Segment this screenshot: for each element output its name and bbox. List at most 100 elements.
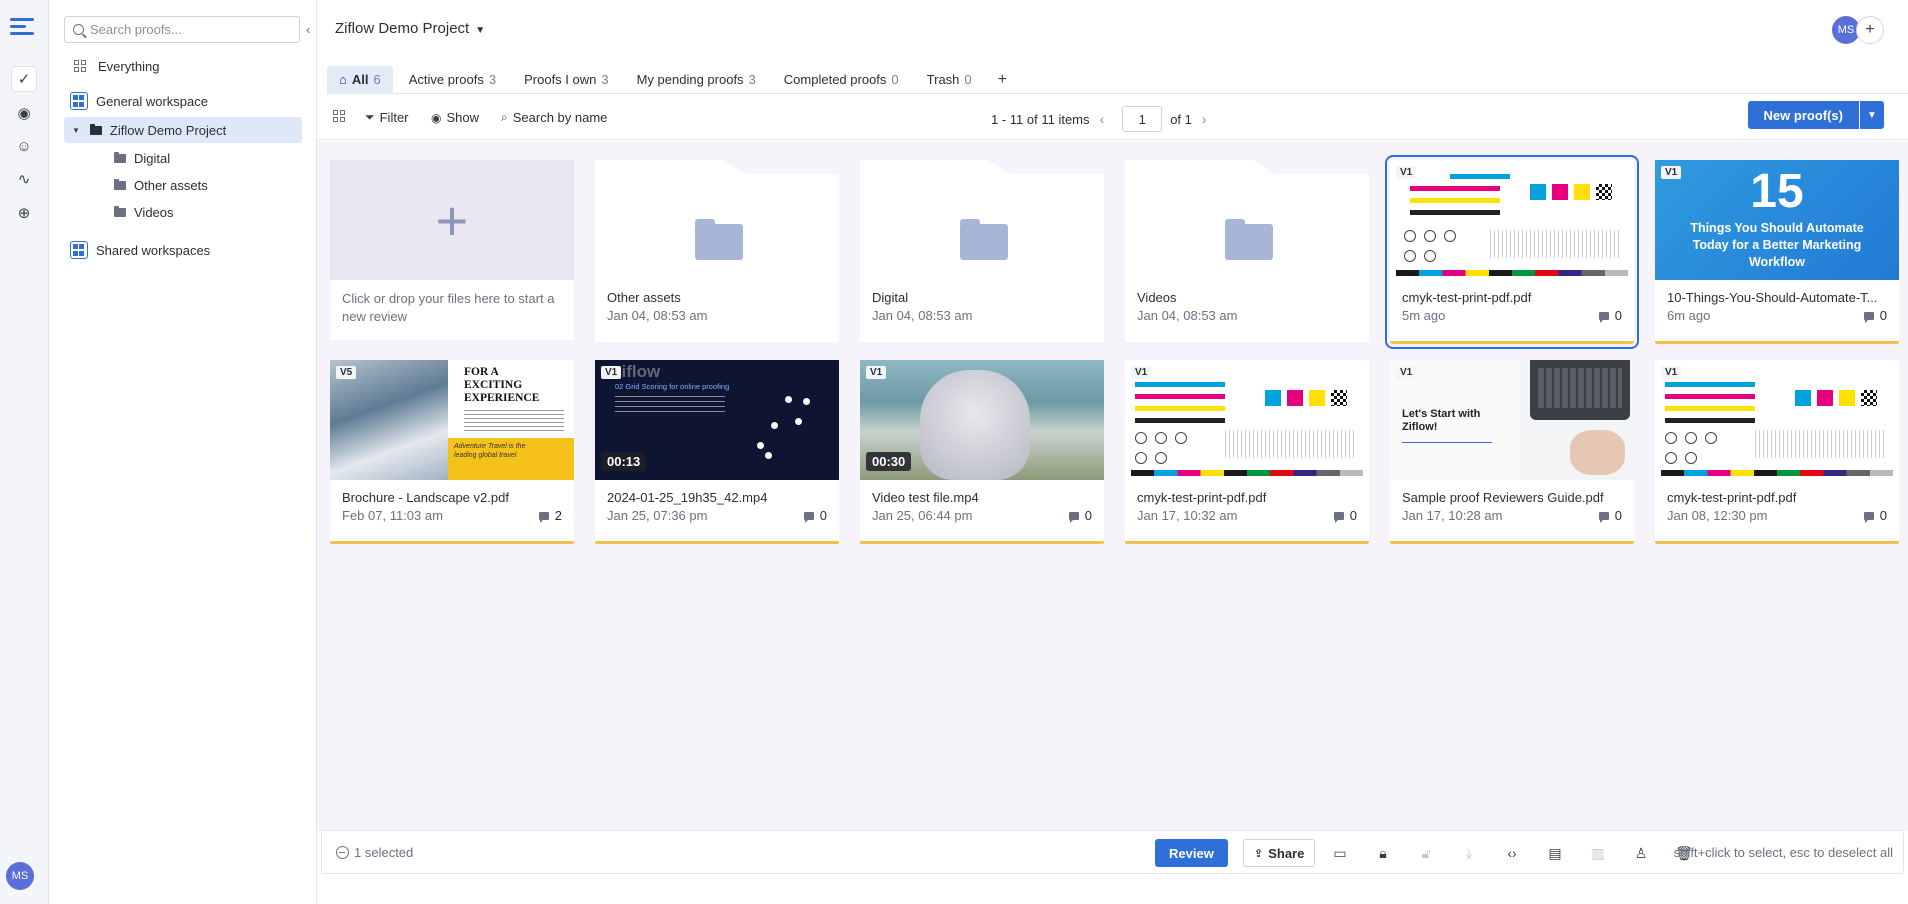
tab-active-proofs[interactable]: Active proofs 3 [397,66,508,93]
proof-name: Sample proof Reviewers Guide.pdf [1402,490,1604,505]
workspace-icon [70,241,88,259]
comment-icon [538,511,549,523]
reports-chart-icon[interactable]: ∿ [12,167,36,191]
tab-count: 0 [964,72,972,87]
pagination: 1 - 11 of 11 items ‹ 1 of 1 › [991,106,1217,132]
deselect-icon [336,846,349,859]
comment-icon [1333,511,1344,523]
next-page-icon[interactable]: › [1202,111,1207,127]
comment-icon [1598,311,1609,323]
proof-card[interactable]: FOR A EXCITING EXPERIENCE Adventure Trav… [330,360,574,544]
search-input[interactable]: Search proofs... [64,16,300,43]
folder-name: Digital [872,290,909,305]
sidebar-item-videos[interactable]: Videos [64,199,302,225]
sidebar-item-shared-workspaces[interactable]: Shared workspaces [64,237,302,263]
proof-grid: + Click or drop your files here to start… [317,141,1908,831]
user-avatar[interactable]: MS [6,862,34,890]
archive-icon[interactable]: ▤ [1546,844,1564,862]
thumbnail-laptop [1530,360,1630,420]
page-number-input[interactable]: 1 [1122,106,1163,132]
tab-label: Completed proofs [783,72,887,87]
proof-date: Jan 08, 12:30 pm [1667,508,1768,523]
grid-view-icon[interactable] [333,110,345,122]
caret-down-icon[interactable]: ▼ [72,126,80,135]
toolbar: ⏷ Filter ◉ Show ⌕ Search by name 1 - 11 of … [317,96,1908,140]
comment-count-value: 0 [1879,308,1887,323]
sidebar-item-everything[interactable]: Everything [64,53,302,79]
proof-card[interactable]: V1 cmyk-test-print-pdf.pdf Jan 08, 12:30… [1655,360,1899,544]
sidebar-item-label: Other assets [134,177,208,193]
proof-date: Jan 17, 10:28 am [1402,508,1503,523]
project-title-dropdown[interactable]: Ziflow Demo Project ▼ [335,20,485,37]
sidebar-item-ziflow-demo-project[interactable]: ▼ Ziflow Demo Project [64,117,302,143]
sidebar-item-label: Everything [98,58,160,74]
lock-icon[interactable]: 🔒︎ [1374,844,1392,862]
sidebar-item-label: Ziflow Demo Project [109,122,227,138]
unlock-icon: 🔓︎ [1421,844,1431,861]
collapse-sidebar-icon[interactable]: ‹ [306,22,310,37]
review-button[interactable]: Review [1155,839,1228,867]
move-to-folder-icon[interactable]: ▭ [1331,844,1349,862]
tab-trash[interactable]: Trash 0 [915,66,984,93]
proof-card[interactable]: V1 cmyk-test-print-pdf.pdf Jan 17, 10:32… [1125,360,1369,544]
tab-completed-proofs[interactable]: Completed proofs 0 [772,66,911,93]
deselect-all[interactable]: 1 selected [336,845,413,860]
proof-card[interactable]: ziflow 02 Grid Scoring for online proofi… [595,360,839,544]
tab-proofs-i-own[interactable]: Proofs I own 3 [512,66,621,93]
share-label: Share [1268,845,1305,861]
proofs-check-icon[interactable]: ✓ [12,67,36,91]
version-badge: V1 [1131,366,1152,379]
share-button[interactable]: ⇪ Share [1243,839,1316,867]
proof-name: 2024-01-25_19h35_42.mp4 [607,490,768,505]
prev-page-icon[interactable]: ‹ [1100,111,1105,127]
proof-card[interactable]: V1 00:30 Video test file.mp4 Jan 25, 06:… [860,360,1104,544]
sidebar-item-digital[interactable]: Digital [64,145,302,171]
download-icon: ⤓ [1465,844,1473,861]
upload-dropzone[interactable]: + Click or drop your files here to start… [330,160,574,340]
assign-owner-icon[interactable]: ♙ [1632,844,1650,862]
app-logo-icon[interactable] [10,18,34,40]
folder-tab [595,160,745,174]
sidebar-item-label: General workspace [96,93,208,109]
tab-label: All [351,72,369,87]
thumbnail-text: Things You Should Automate Today for a B… [1690,221,1864,269]
comment-icon [1068,511,1079,523]
comment-count: 0 [1068,508,1092,523]
folder-tab [860,160,1010,174]
add-tab-button[interactable]: + [988,66,1017,93]
tab-count: 3 [601,72,609,87]
tab-label: Trash [926,72,960,87]
thumbnail-character [920,370,1030,480]
tab-my-pending-proofs[interactable]: My pending proofs 3 [625,66,768,93]
comment-count-value: 0 [1879,508,1887,523]
reviews-eye-icon[interactable]: ◉ [12,101,36,125]
proof-date: Feb 07, 11:03 am [342,508,443,523]
tab-count: 3 [488,72,497,87]
folder-card-other-assets[interactable]: Other assets Jan 04, 08:53 am [595,160,839,342]
video-duration: 00:30 [866,452,912,471]
proof-tabs: ⌂ All 6 Active proofs 3 Proofs I own 3 My pe… [327,66,1908,94]
embed-code-icon[interactable]: ‹› [1503,844,1521,862]
proof-card[interactable]: V1 cmyk-test-print-pdf.pdf 5m ago 0 [1385,155,1639,349]
sidebar-item-other-assets[interactable]: Other assets [64,172,302,198]
sidebar-item-general-workspace[interactable]: General workspace [64,88,302,114]
contacts-icon[interactable]: ☺ [12,134,36,158]
folder-tab [1125,160,1275,174]
search-icon: ⌕ [501,110,508,124]
sidebar-item-label: Shared workspaces [96,242,211,258]
folder-card-digital[interactable]: Digital Jan 04, 08:53 am [860,160,1104,342]
tab-all[interactable]: ⌂ All 6 [327,66,393,93]
show-button[interactable]: ◉ Show [431,110,479,125]
new-proof-button[interactable]: New proof(s) [1747,101,1859,129]
add-circle-icon[interactable]: ⊕ [12,201,36,225]
version-badge: V5 [336,366,357,379]
folder-icon [114,151,126,163]
folder-card-videos[interactable]: Videos Jan 04, 08:53 am [1125,160,1369,342]
proof-card[interactable]: Let's Start with Ziflow! V1 Sample proof… [1390,360,1634,544]
filter-button[interactable]: ⏷ Filter [365,110,409,125]
search-by-name-button[interactable]: ⌕ Search by name [501,110,607,125]
add-member-button[interactable]: + [1856,16,1884,44]
new-proof-menu-icon[interactable]: ▼ [1860,101,1884,129]
proof-card[interactable]: 15 Things You Should Automate Today for … [1655,160,1899,344]
folder-date: Jan 04, 08:53 am [872,308,973,323]
